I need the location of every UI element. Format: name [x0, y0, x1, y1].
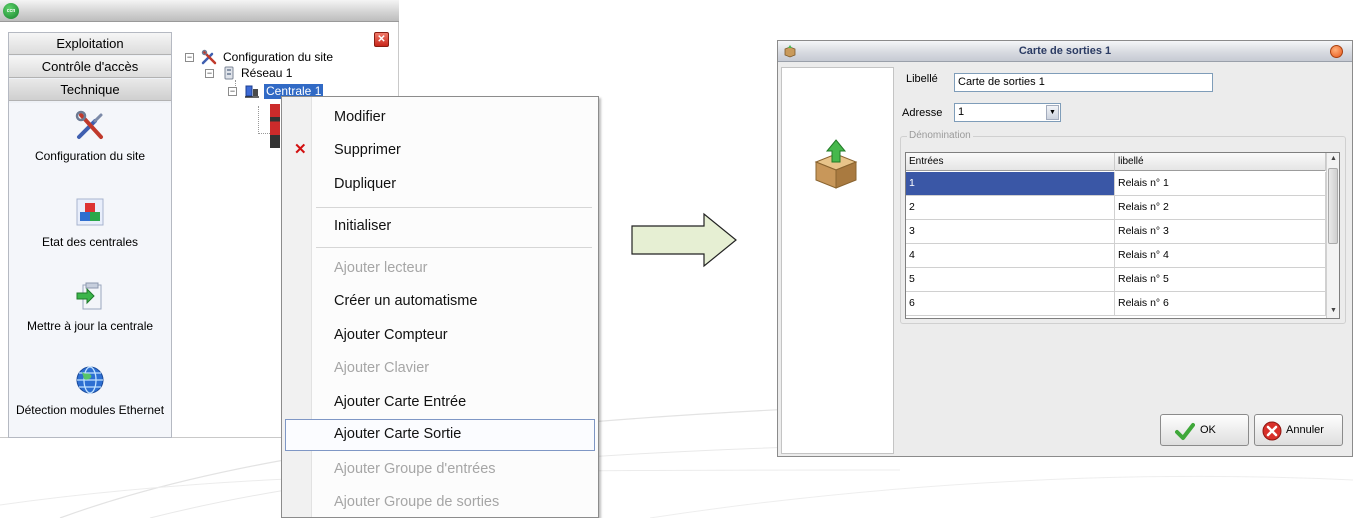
menu-item-ajouter-groupe-sorties: Ajouter Groupe de sorties [334, 494, 500, 510]
nav-tab-technique[interactable]: Technique [9, 79, 171, 101]
network-device-icon [224, 66, 234, 80]
tree-node-site[interactable]: − Configuration du site [185, 49, 395, 65]
right-arrow-icon [631, 212, 737, 268]
column-header-libelle[interactable]: libellé [1115, 153, 1326, 171]
scroll-up-icon[interactable]: ▲ [1327, 153, 1339, 165]
box-upload-icon [814, 139, 858, 189]
menu-item-dupliquer[interactable]: Dupliquer [285, 169, 595, 199]
menu-item-ajouter-clavier: Ajouter Clavier [334, 360, 430, 376]
table-cell-libelle[interactable]: Relais n° 1 [1115, 172, 1326, 195]
chevron-down-icon[interactable]: ▼ [1046, 105, 1059, 120]
nav-item-label: Configuration du site [34, 149, 146, 163]
table-cell-entree[interactable]: 4 [906, 244, 1115, 267]
table-row[interactable]: 1 Relais n° 1 [906, 172, 1326, 196]
menu-item-supprimer[interactable]: ✕ Supprimer [285, 135, 595, 165]
tree-label: Configuration du site [223, 50, 334, 64]
denomination-table: Entrées libellé 1 Relais n° 1 2 Relais n… [905, 152, 1340, 319]
panel-close-button[interactable]: ✕ [374, 32, 389, 47]
table-cell-libelle[interactable]: Relais n° 2 [1115, 196, 1326, 219]
column-header-entrees[interactable]: Entrées [906, 153, 1115, 171]
ok-label: OK [1200, 424, 1216, 436]
dialog-titlebar: Carte de sorties 1 [778, 41, 1352, 62]
tree-collapse-toggle[interactable]: − [205, 69, 214, 78]
tree-label: Réseau 1 [241, 66, 293, 80]
delete-x-icon: ✕ [294, 141, 307, 158]
table-cell-libelle[interactable]: Relais n° 4 [1115, 244, 1326, 267]
table-row[interactable]: 5 Relais n° 5 [906, 268, 1326, 292]
table-row[interactable]: 3 Relais n° 3 [906, 220, 1326, 244]
table-row[interactable]: 6 Relais n° 6 [906, 292, 1326, 316]
nav-tab-controle-acces[interactable]: Contrôle d'accès [9, 56, 171, 78]
cancel-label: Annuler [1286, 424, 1324, 436]
menu-item-label: Supprimer [334, 142, 401, 158]
libelle-label: Libellé [906, 73, 938, 85]
tools-icon [75, 110, 103, 139]
nav-item-mettre-a-jour[interactable]: Mettre à jour la centrale [9, 279, 171, 333]
scroll-down-icon[interactable]: ▼ [1327, 305, 1339, 317]
globe-network-icon [76, 366, 104, 394]
nav-item-configuration-site[interactable]: Configuration du site [9, 109, 171, 163]
dialog-close-button[interactable] [1330, 45, 1343, 58]
table-row[interactable]: 4 Relais n° 4 [906, 244, 1326, 268]
table-cell-libelle[interactable]: Relais n° 6 [1115, 292, 1326, 315]
navigation-panel: Exploitation Contrôle d'accès Technique … [8, 32, 172, 438]
table-scrollbar[interactable]: ▲ ▼ [1326, 153, 1339, 318]
status-blocks-icon [76, 198, 104, 226]
ok-button[interactable]: OK [1160, 414, 1249, 446]
nav-item-label: Détection modules Ethernet [15, 403, 165, 417]
tree-collapse-toggle[interactable]: − [185, 53, 194, 62]
nav-item-label: Etat des centrales [41, 235, 139, 249]
table-cell-entree[interactable]: 3 [906, 220, 1115, 243]
adresse-value: 1 [958, 106, 965, 118]
tools-icon [201, 49, 217, 65]
table-row[interactable]: 2 Relais n° 2 [906, 196, 1326, 220]
table-cell-libelle[interactable]: Relais n° 3 [1115, 220, 1326, 243]
tree-collapse-toggle[interactable]: − [228, 87, 237, 96]
libelle-field[interactable]: Carte de sorties 1 [954, 73, 1213, 92]
menu-item-ajouter-groupe-entrees: Ajouter Groupe d'entrées [334, 461, 496, 477]
adresse-combobox[interactable]: 1 ▼ [954, 103, 1061, 122]
menu-separator [316, 207, 592, 208]
nav-item-etat-centrales[interactable]: Etat des centrales [9, 195, 171, 249]
cancel-x-icon [1262, 421, 1282, 441]
output-card-dialog: Carte de sorties 1 Libellé Carte de sort… [777, 40, 1353, 457]
nav-item-detection-ethernet[interactable]: Détection modules Ethernet [9, 363, 171, 417]
context-menu: Modifier ✕ Supprimer Dupliquer Initialis… [281, 96, 599, 518]
app-logo-icon: ccn [3, 3, 19, 19]
nav-content: Configuration du site Etat des centrales… [9, 103, 171, 437]
app-titlebar: ccn [0, 0, 399, 22]
tree-node-network[interactable]: − Réseau 1 [205, 66, 355, 81]
menu-item-ajouter-carte-entree[interactable]: Ajouter Carte Entrée [285, 387, 595, 417]
scrollbar-thumb[interactable] [1328, 168, 1338, 244]
update-arrow-icon [76, 282, 102, 310]
nav-item-label: Mettre à jour la centrale [26, 319, 154, 333]
menu-item-ajouter-lecteur: Ajouter lecteur [334, 260, 428, 276]
table-cell-entree[interactable]: 6 [906, 292, 1115, 315]
nav-tab-exploitation[interactable]: Exploitation [9, 33, 171, 55]
tree-connector [258, 106, 259, 134]
table-header: Entrées libellé [906, 153, 1326, 171]
dialog-side-panel [781, 67, 894, 454]
central-unit-icon [245, 85, 259, 98]
cancel-button[interactable]: Annuler [1254, 414, 1343, 446]
table-cell-libelle[interactable]: Relais n° 5 [1115, 268, 1326, 291]
menu-item-ajouter-compteur[interactable]: Ajouter Compteur [285, 320, 595, 350]
checkmark-icon [1175, 423, 1195, 440]
dialog-title: Carte de sorties 1 [1018, 45, 1112, 57]
table-cell-entree[interactable]: 2 [906, 196, 1115, 219]
table-cell-entree[interactable]: 5 [906, 268, 1115, 291]
menu-item-initialiser[interactable]: Initialiser [285, 211, 595, 241]
child-device-icon [270, 104, 280, 148]
menu-item-ajouter-carte-sortie[interactable]: Ajouter Carte Sortie [285, 419, 595, 451]
groupbox-legend: Dénomination [907, 130, 973, 141]
menu-item-creer-automatisme[interactable]: Créer un automatisme [285, 286, 595, 316]
menu-separator [316, 247, 592, 248]
menu-item-modifier[interactable]: Modifier [285, 102, 595, 132]
adresse-label: Adresse [902, 107, 943, 119]
table-cell-entree[interactable]: 1 [906, 172, 1115, 195]
